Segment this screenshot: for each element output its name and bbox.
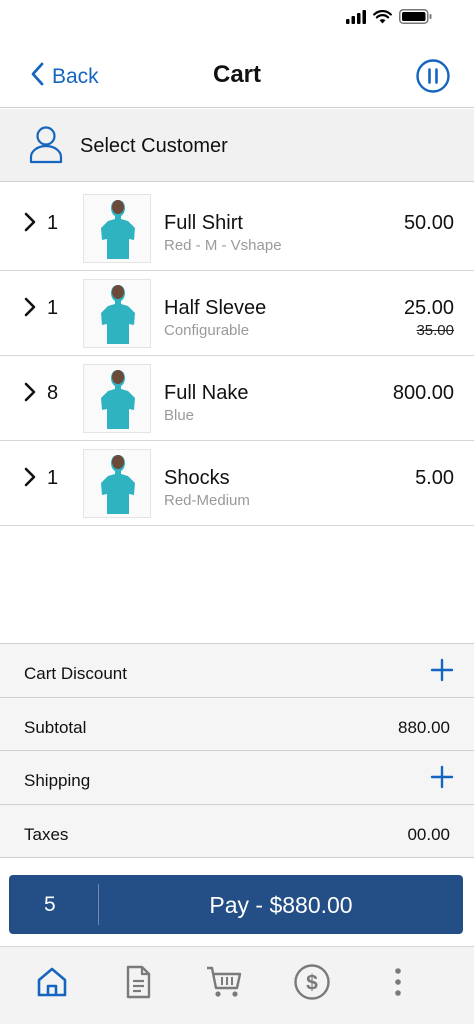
battery-icon: [399, 9, 432, 29]
cart-item[interactable]: 1 Half Slevee Configurable 25.00 35.00: [0, 271, 474, 356]
shipping-label: Shipping: [24, 771, 91, 790]
product-image: [83, 364, 151, 433]
subtotal-row: Subtotal 880.00: [0, 697, 474, 751]
tab-cart[interactable]: [204, 964, 244, 1004]
wifi-icon: [373, 9, 392, 29]
cart-item[interactable]: 1 Shocks Red-Medium 5.00: [0, 441, 474, 526]
item-quantity: 1: [47, 212, 59, 234]
tab-more[interactable]: [378, 964, 418, 1004]
taxes-label: Taxes: [24, 824, 69, 844]
cart-icon: [205, 965, 243, 1004]
pause-icon: [416, 59, 450, 97]
subtotal-label: Subtotal: [24, 717, 87, 737]
user-icon: [29, 125, 63, 170]
cart-item[interactable]: 8 Full Nake Blue 800.00: [0, 356, 474, 441]
cart-discount-row[interactable]: Cart Discount: [0, 644, 474, 698]
cart-item[interactable]: 1 Full Shirt Red - M - Vshape 50.00: [0, 186, 474, 271]
cart-item-list: 1 Full Shirt Red - M - Vshape 50.00 1 Ha…: [0, 186, 474, 526]
tab-home[interactable]: [32, 964, 72, 1004]
document-icon: [123, 965, 153, 1004]
item-name: Half Slevee: [164, 297, 267, 319]
select-customer-label: Select Customer: [80, 135, 228, 157]
status-bar: [0, 0, 474, 36]
chevron-right-icon[interactable]: [24, 297, 36, 322]
pause-button[interactable]: [416, 59, 450, 93]
item-name: Shocks: [164, 467, 230, 489]
product-image: [83, 449, 151, 518]
cart-discount-label: Cart Discount: [24, 664, 127, 683]
subtotal-value: 880.00: [398, 717, 450, 737]
product-image: [83, 194, 151, 263]
taxes-value: 00.00: [407, 824, 450, 844]
tab-orders[interactable]: [118, 964, 158, 1004]
chevron-right-icon[interactable]: [24, 467, 36, 492]
svg-text:$: $: [306, 971, 318, 994]
item-variant: Red - M - Vshape: [164, 237, 282, 254]
chevron-right-icon[interactable]: [24, 382, 36, 407]
item-variant: Configurable: [164, 322, 250, 339]
item-variant: Red-Medium: [164, 492, 250, 509]
nav-bar: Back Cart: [0, 44, 474, 108]
item-price: 50.00: [403, 212, 454, 234]
page-title: Cart: [212, 61, 261, 88]
taxes-row: Taxes 00.00: [0, 804, 474, 858]
item-price: 5.00: [415, 467, 454, 489]
select-customer-row[interactable]: Select Customer: [0, 109, 474, 182]
more-icon: [394, 967, 402, 1002]
home-icon: [35, 965, 69, 1004]
item-price: 800.00: [392, 382, 454, 404]
shipping-row[interactable]: Shipping: [0, 751, 474, 805]
dollar-icon: $: [293, 963, 331, 1006]
item-original-price: 35.00: [416, 322, 454, 339]
pay-label: Pay - $880.00: [209, 892, 353, 918]
chevron-right-icon[interactable]: [24, 212, 36, 237]
item-name: Full Shirt: [164, 212, 243, 234]
pay-button[interactable]: 5 Pay - $880.00: [9, 875, 463, 934]
cart-summary: Cart Discount Subtotal 880.00 Shipping T…: [0, 643, 474, 858]
tab-payments[interactable]: $: [292, 963, 332, 1006]
product-image: [83, 279, 151, 348]
add-discount-plus-icon[interactable]: [430, 658, 454, 682]
item-variant: Blue: [164, 407, 195, 424]
signal-icon: [346, 9, 366, 29]
item-quantity: 1: [47, 467, 59, 489]
add-shipping-plus-icon[interactable]: [430, 765, 454, 789]
item-name: Full Nake: [164, 382, 249, 404]
item-price: 25.00: [403, 297, 454, 319]
item-count-badge: 5: [44, 893, 56, 916]
item-quantity: 1: [47, 297, 59, 319]
item-quantity: 8: [47, 382, 59, 404]
tab-bar: $: [0, 946, 474, 1024]
